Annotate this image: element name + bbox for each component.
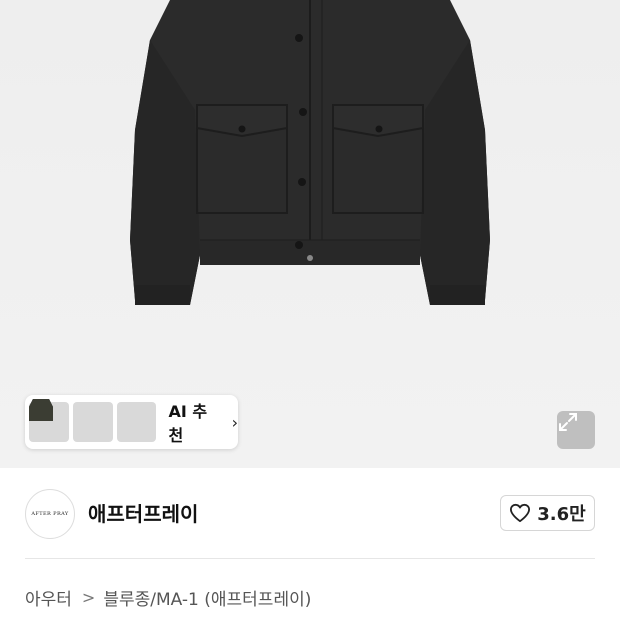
breadcrumb-separator: > — [81, 588, 96, 607]
brand-logo[interactable]: AFTER PRAY — [25, 489, 75, 539]
breadcrumb: 아우터 > 블루종/MA-1 (애프터프레이) — [25, 585, 311, 610]
like-button[interactable]: 3.6만 — [500, 495, 595, 531]
breadcrumb-category[interactable]: 아우터 — [25, 585, 72, 610]
brand-logo-text: AFTER PRAY — [31, 511, 69, 517]
recommend-thumb-2[interactable] — [29, 399, 113, 442]
jacket-thumb-icon — [29, 399, 53, 421]
product-image[interactable]: AI 추천 › — [0, 0, 620, 468]
chevron-right-icon: › — [231, 412, 239, 432]
breadcrumb-subcategory[interactable]: 블루종/MA-1 (애프터프레이) — [103, 585, 311, 610]
brand-name[interactable]: 애프터프레이 — [88, 498, 198, 527]
like-count: 3.6만 — [537, 504, 586, 525]
ai-recommend-label: AI 추천 — [168, 402, 208, 445]
ai-recommend-card[interactable]: AI 추천 › — [25, 395, 238, 449]
expand-button[interactable] — [557, 411, 595, 449]
heart-outline-icon — [510, 503, 531, 523]
brand-row: AFTER PRAY 애프터프레이 3.6만 — [0, 468, 620, 558]
expand-icon — [559, 413, 577, 431]
recommend-thumb-3[interactable] — [29, 399, 157, 442]
divider — [25, 558, 595, 559]
